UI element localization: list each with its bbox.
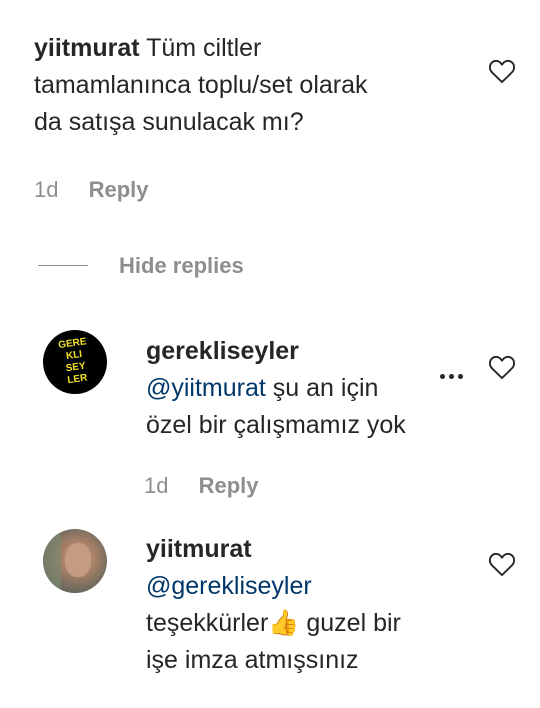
hide-replies-line (38, 265, 88, 266)
comment-text-line1: Tüm ciltler (146, 34, 262, 62)
avatar[interactable] (43, 529, 107, 593)
reply-body: gerekliseyler @yiitmurat şu an için özel… (146, 333, 436, 444)
reply-button[interactable]: Reply (89, 177, 149, 202)
reply-mention[interactable]: @gerekliseyler (146, 572, 312, 600)
comment-username[interactable]: yiitmurat (34, 34, 140, 62)
reply-text-line3: işe imza atmışsınız (146, 646, 359, 674)
reply-text-line2b: guzel bir (299, 609, 401, 637)
avatar-photo-detail (65, 543, 91, 577)
comment-item: yiitmurat Tüm ciltler tamamlanınca toplu… (34, 30, 494, 141)
reply-text-line2a: teşekkürler (146, 609, 269, 637)
comment-text-line3: da satışa sunulacak mı? (34, 108, 304, 136)
heart-outline-icon[interactable] (488, 58, 516, 84)
comment-body: yiitmurat Tüm ciltler tamamlanınca toplu… (34, 30, 494, 141)
more-options-fade (408, 368, 430, 408)
avatar-photo-background (43, 529, 61, 593)
reply-time: 1d (144, 473, 169, 498)
reply-body: yiitmurat @gerekliseyler teşekkürler👍 gu… (146, 531, 466, 679)
thumbs-up-emoji: 👍 (268, 609, 300, 637)
reply-meta: 1d Reply (144, 473, 259, 499)
reply-mention[interactable]: @yiitmurat (146, 374, 266, 402)
avatar-logo-text: GERE KLI SEY LER (57, 336, 89, 387)
more-dots-icon[interactable] (440, 366, 467, 384)
reply-username[interactable]: yiitmurat (146, 535, 252, 563)
comment-time: 1d (34, 177, 59, 202)
comment-text-line2: tamamlanınca toplu/set olarak (34, 71, 368, 99)
hide-replies-button[interactable]: Hide replies (119, 253, 244, 279)
avatar[interactable]: GERE KLI SEY LER (43, 330, 107, 394)
comment-meta: 1d Reply (34, 177, 149, 203)
reply-button[interactable]: Reply (199, 473, 259, 498)
reply-text-line1: şu an için (265, 374, 379, 402)
reply-username[interactable]: gerekliseyler (146, 337, 299, 365)
reply-text-line2: özel bir çalışmamız yok (146, 411, 406, 439)
heart-outline-icon[interactable] (488, 551, 516, 577)
heart-outline-icon[interactable] (488, 354, 516, 380)
